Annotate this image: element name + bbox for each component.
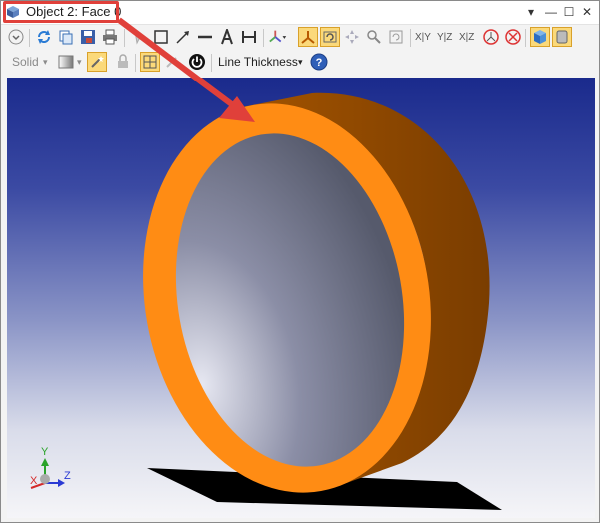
annotation-arrow-top: [117, 17, 205, 81]
axis-triad: X Y Z: [30, 446, 71, 489]
triad-x-label: X: [30, 475, 38, 487]
triad-z-label: Z: [64, 470, 71, 482]
annotation-arrow-line: [191, 78, 239, 111]
model-canvas: X Y Z: [30, 78, 502, 510]
viewer-window: Object 2: Face 0 ▾ — ☐ ✕ X|Y Y|Z X|Z Sol…: [0, 0, 600, 523]
3d-viewport[interactable]: X Y Z: [7, 78, 595, 518]
triad-y-label: Y: [41, 446, 49, 458]
